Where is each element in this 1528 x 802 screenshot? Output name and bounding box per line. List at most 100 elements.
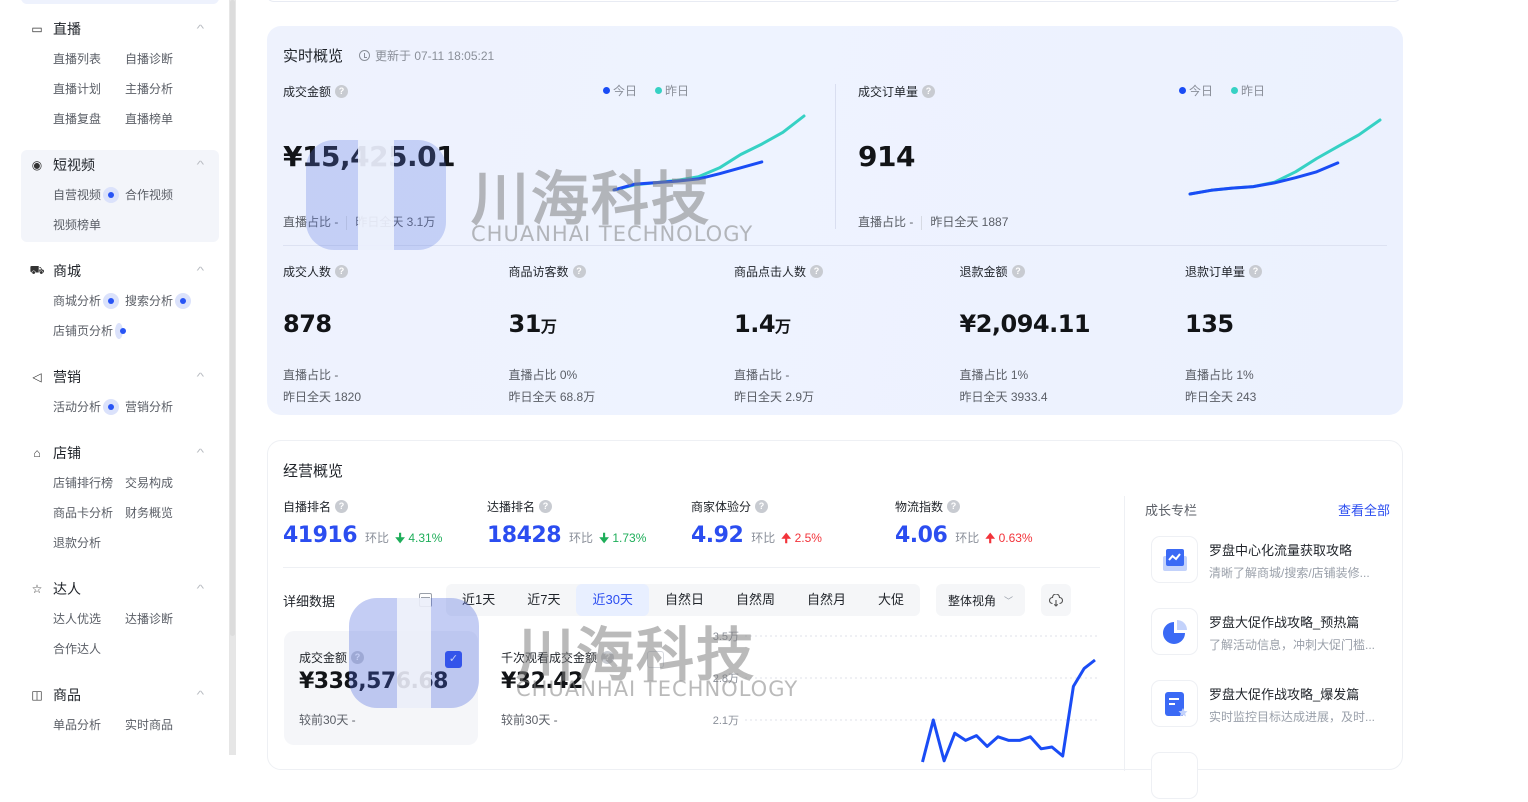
sidebar-group-header[interactable]: ⛟ 商城 ^ bbox=[21, 256, 219, 286]
sidebar-group-header[interactable]: ◁ 营销 ^ bbox=[21, 362, 219, 392]
tab-date-range[interactable]: 大促 bbox=[862, 584, 920, 616]
kpi-value-row: ¥2,094.11 bbox=[960, 310, 1091, 338]
calendar-icon[interactable] bbox=[419, 593, 432, 607]
sidebar-group-title: 达人 bbox=[53, 581, 81, 597]
legend-yesterday-dot bbox=[1231, 87, 1239, 94]
gmv-sparkline bbox=[612, 114, 806, 192]
metric-checkbox[interactable]: ✓ bbox=[445, 651, 462, 668]
help-icon[interactable]: ? bbox=[572, 265, 586, 278]
sidebar-group-header[interactable]: ⌂ 店铺 ^ bbox=[21, 438, 219, 468]
view-select[interactable]: 整体视角 ﹀ bbox=[936, 584, 1026, 616]
vertical-divider bbox=[1124, 496, 1125, 771]
sidebar-item[interactable]: 搜索分析 bbox=[125, 286, 215, 316]
growth-article[interactable]: 罗盘中心化流量获取攻略清晰了解商城/搜索/店铺装修... bbox=[1151, 536, 1391, 586]
tab-date-range[interactable]: 自然日 bbox=[649, 584, 720, 616]
sidebar-item[interactable]: 视频榜单 bbox=[53, 210, 125, 240]
sidebar-item[interactable]: 活动分析 bbox=[53, 392, 125, 422]
tab-date-range[interactable]: 近1天 bbox=[446, 584, 511, 616]
realtime-title: 实时概览 bbox=[283, 48, 344, 65]
sidebar-item[interactable]: 财务概览 bbox=[125, 498, 215, 528]
sidebar-item[interactable]: 退款分析 bbox=[53, 528, 125, 558]
sidebar-scrollbar-thumb[interactable] bbox=[230, 0, 235, 636]
sidebar-item-label: 店铺页分析 bbox=[53, 324, 114, 338]
chevron-up-icon[interactable]: ^ bbox=[197, 266, 205, 277]
sidebar-group-header[interactable]: ▭ 直播 ^ bbox=[21, 14, 219, 44]
sidebar-item[interactable]: 直播列表 bbox=[53, 44, 125, 74]
sidebar-item[interactable]: 达播诊断 bbox=[125, 604, 215, 634]
metric-label-row: 成交金额? bbox=[299, 649, 365, 666]
sidebar-item[interactable]: 达人优选 bbox=[53, 604, 125, 634]
growth-article[interactable]: 罗盘大促作战攻略_爆发篇 实时监控目标达成进展，及时... bbox=[1151, 680, 1391, 730]
chevron-up-icon[interactable]: ^ bbox=[197, 372, 205, 383]
article-title: 罗盘中心化流量获取攻略 bbox=[1209, 543, 1353, 558]
view-all-link[interactable]: 查看全部 bbox=[1338, 500, 1390, 519]
kpi-label-row: 成交人数? bbox=[283, 263, 361, 280]
help-icon[interactable]: ? bbox=[922, 85, 936, 98]
help-icon[interactable]: ? bbox=[351, 651, 365, 664]
help-icon[interactable]: ? bbox=[947, 500, 961, 513]
sidebar-item[interactable]: 商城分析 bbox=[53, 286, 125, 316]
tab-date-range[interactable]: 近30天 bbox=[576, 584, 649, 616]
live-icon: ▭ bbox=[31, 22, 43, 36]
sidebar-item[interactable]: 店铺页分析 bbox=[53, 316, 126, 346]
metric-checkbox[interactable] bbox=[647, 651, 664, 668]
rank-change-value: 0.63% bbox=[998, 531, 1033, 545]
rank-metric: 4.06 环比 🠉 0.63% bbox=[895, 523, 1033, 550]
chevron-up-icon[interactable]: ^ bbox=[197, 690, 205, 701]
kpi-yesterday-total: 昨日全天 68.8万 bbox=[508, 390, 596, 404]
metric-card[interactable]: 千次观看成交金额? ¥32.42 较前30天 - bbox=[486, 631, 680, 745]
kpi-unit: 万 bbox=[540, 317, 557, 336]
sidebar-item-label: 合作视频 bbox=[125, 188, 174, 202]
help-icon[interactable]: ? bbox=[335, 85, 349, 98]
sidebar-item[interactable]: 直播榜单 bbox=[125, 104, 215, 134]
sidebar-group-header[interactable]: ◉ 短视频 ^ bbox=[21, 150, 219, 180]
sidebar-item[interactable]: 实时商品 bbox=[125, 710, 215, 740]
sidebar-item-label: 商城分析 bbox=[53, 294, 102, 308]
rank-change: 🠉 2.5% bbox=[781, 531, 822, 545]
sidebar-group-header[interactable]: ◫ 商品 ^ bbox=[21, 680, 219, 710]
help-icon[interactable]: ? bbox=[1249, 265, 1263, 278]
article-desc: 清晰了解商城/搜索/店铺装修... bbox=[1209, 566, 1370, 580]
tab-date-range[interactable]: 自然周 bbox=[720, 584, 791, 616]
help-icon[interactable]: ? bbox=[601, 651, 615, 664]
sidebar-item[interactable]: 单品分析 bbox=[53, 710, 125, 740]
sidebar-item[interactable]: 直播复盘 bbox=[53, 104, 125, 134]
metric-card[interactable]: 成交金额? ✓ ¥338,576.68 较前30天 - bbox=[284, 631, 478, 745]
sidebar-group: ☆ 达人 ^ 达人优选 达播诊断 合作达人 bbox=[21, 574, 219, 664]
growth-article[interactable]: 罗盘大促作战攻略_预热篇 了解活动信息，冲刺大促门槛... bbox=[1151, 608, 1391, 658]
tab-date-range[interactable]: 自然月 bbox=[791, 584, 862, 616]
chevron-up-icon[interactable]: ^ bbox=[197, 448, 205, 459]
sidebar-item[interactable]: 直播计划 bbox=[53, 74, 125, 104]
help-icon[interactable]: ? bbox=[539, 500, 553, 513]
orders-live-ratio: 直播占比 - bbox=[858, 215, 914, 229]
arrow-down-icon: 🠋 bbox=[395, 531, 409, 545]
download-button[interactable] bbox=[1041, 584, 1072, 616]
growth-article[interactable] bbox=[1151, 752, 1391, 802]
chevron-up-icon[interactable]: ^ bbox=[197, 24, 205, 35]
sidebar-item[interactable]: 自营视频 bbox=[53, 180, 125, 210]
metric-label-row: 千次观看成交金额? bbox=[501, 649, 615, 666]
help-icon[interactable]: ? bbox=[335, 265, 349, 278]
help-icon[interactable]: ? bbox=[335, 500, 349, 513]
tab-date-range[interactable]: 近7天 bbox=[511, 584, 576, 616]
sidebar-item[interactable]: 合作达人 bbox=[53, 634, 125, 664]
realtime-kpi: 商品访客数? 31万 直播占比 0% 昨日全天 68.8万 bbox=[508, 263, 596, 405]
sidebar-item[interactable]: 主播分析 bbox=[125, 74, 215, 104]
help-icon[interactable]: ? bbox=[1011, 265, 1025, 278]
help-icon[interactable]: ? bbox=[755, 500, 769, 513]
chevron-up-icon[interactable]: ^ bbox=[197, 160, 205, 171]
chevron-up-icon[interactable]: ^ bbox=[197, 584, 205, 595]
sidebar-item[interactable]: 营销分析 bbox=[125, 392, 215, 422]
sidebar-item[interactable]: 合作视频 bbox=[125, 180, 215, 210]
pie-chart-icon bbox=[1151, 608, 1198, 655]
sidebar-item[interactable]: 交易构成 bbox=[125, 468, 215, 498]
sidebar-group-header[interactable]: ☆ 达人 ^ bbox=[21, 574, 219, 604]
orders-yesterday-total: 昨日全天 1887 bbox=[930, 215, 1009, 229]
sidebar-item[interactable]: 店铺排行榜 bbox=[53, 468, 125, 498]
sidebar-item-label: 达播诊断 bbox=[125, 612, 174, 626]
help-icon[interactable]: ? bbox=[810, 265, 824, 278]
sidebar-item[interactable]: 自播诊断 bbox=[125, 44, 215, 74]
gmv-yesterday-total: 昨日全天 3.1万 bbox=[355, 215, 436, 229]
sidebar-top-item bbox=[21, 0, 219, 4]
sidebar-item[interactable]: 商品卡分析 bbox=[53, 498, 125, 528]
